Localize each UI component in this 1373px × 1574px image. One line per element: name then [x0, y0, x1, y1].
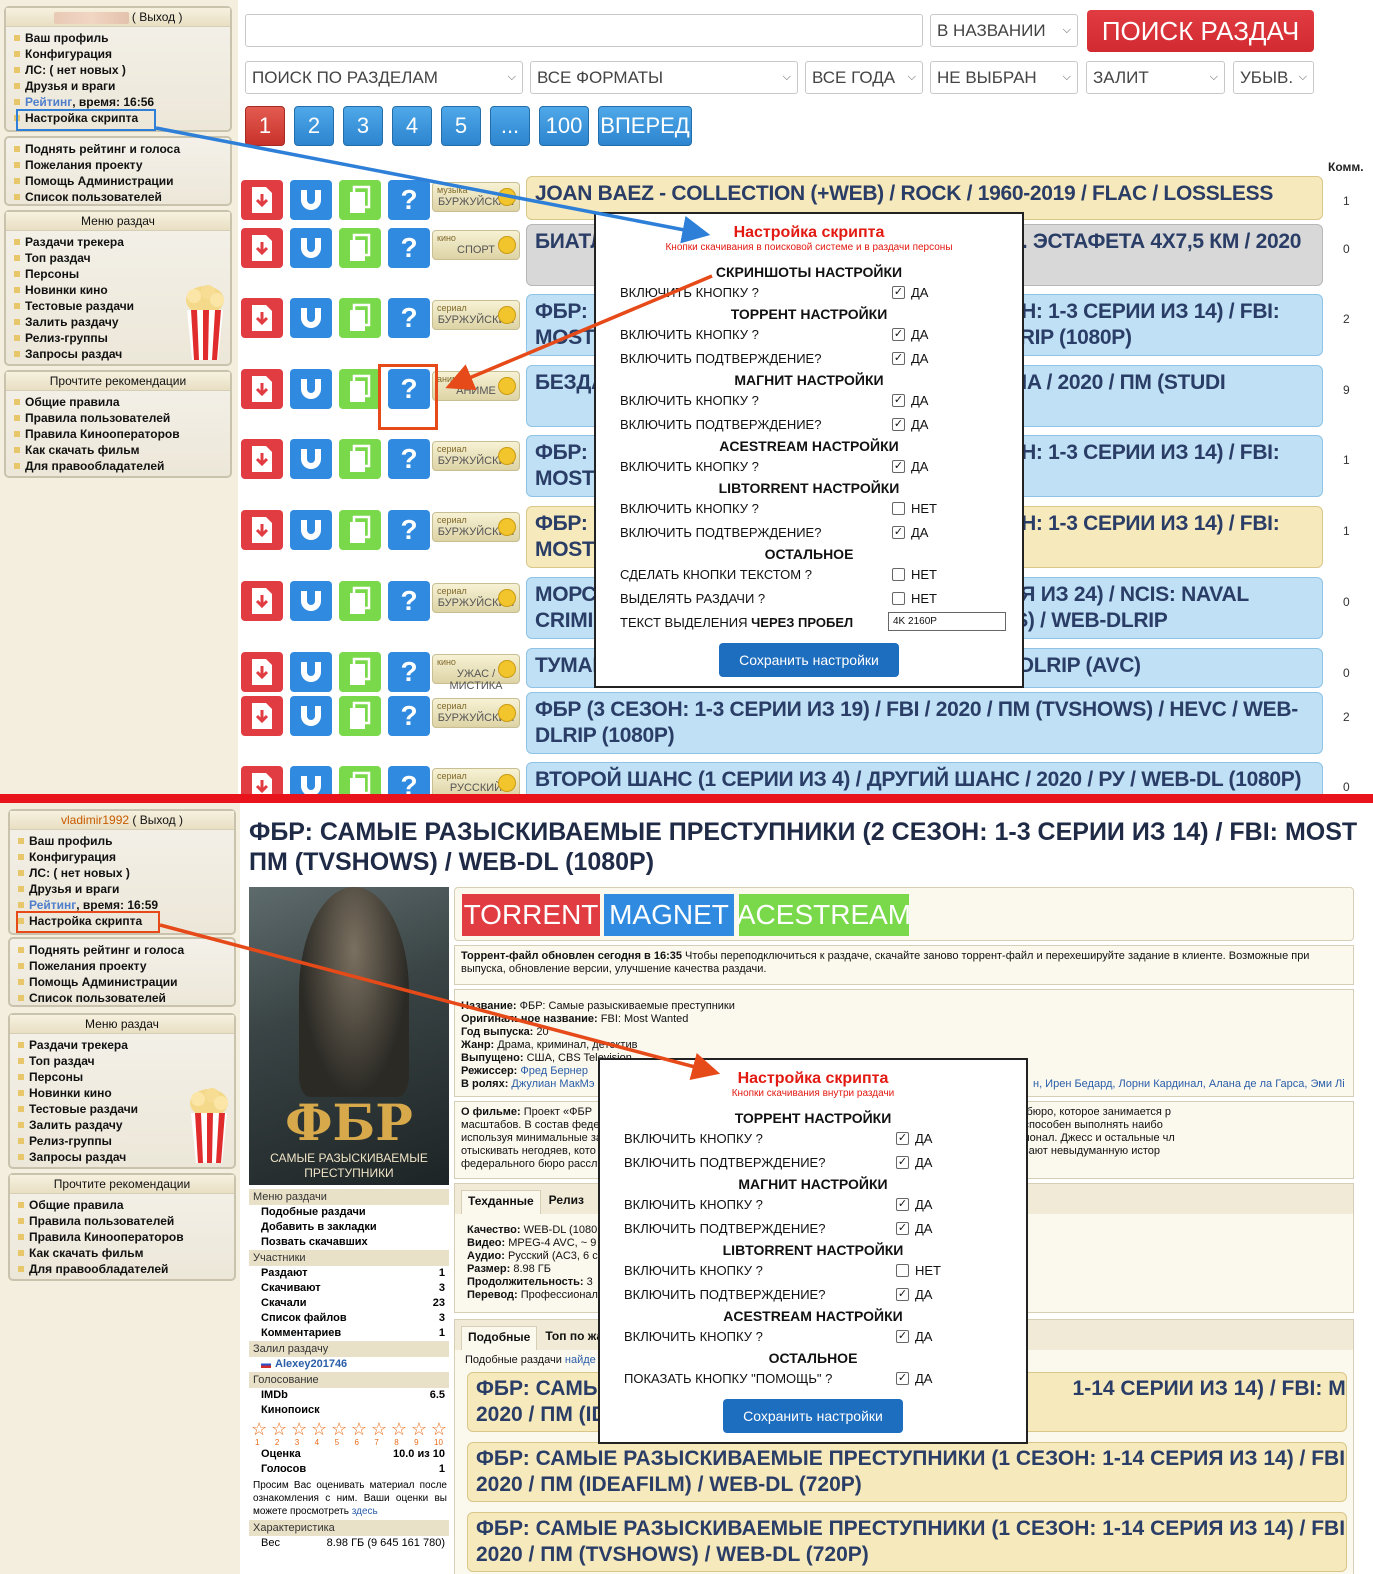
blue-arrow: [155, 126, 711, 244]
top-panel: ( Выход ) Ваш профиль Конфигурация ЛС: ( н…: [0, 0, 1373, 794]
arrows-top: [155, 126, 713, 391]
bottom-panel: vladimir1992 ( Выход ) Ваш профиль Конфиг…: [0, 803, 1373, 1574]
arrow-bottom: [159, 923, 721, 1081]
red-arrow-bottom: [159, 923, 721, 1081]
divider: [0, 794, 1373, 803]
red-arrow: [445, 274, 713, 391]
